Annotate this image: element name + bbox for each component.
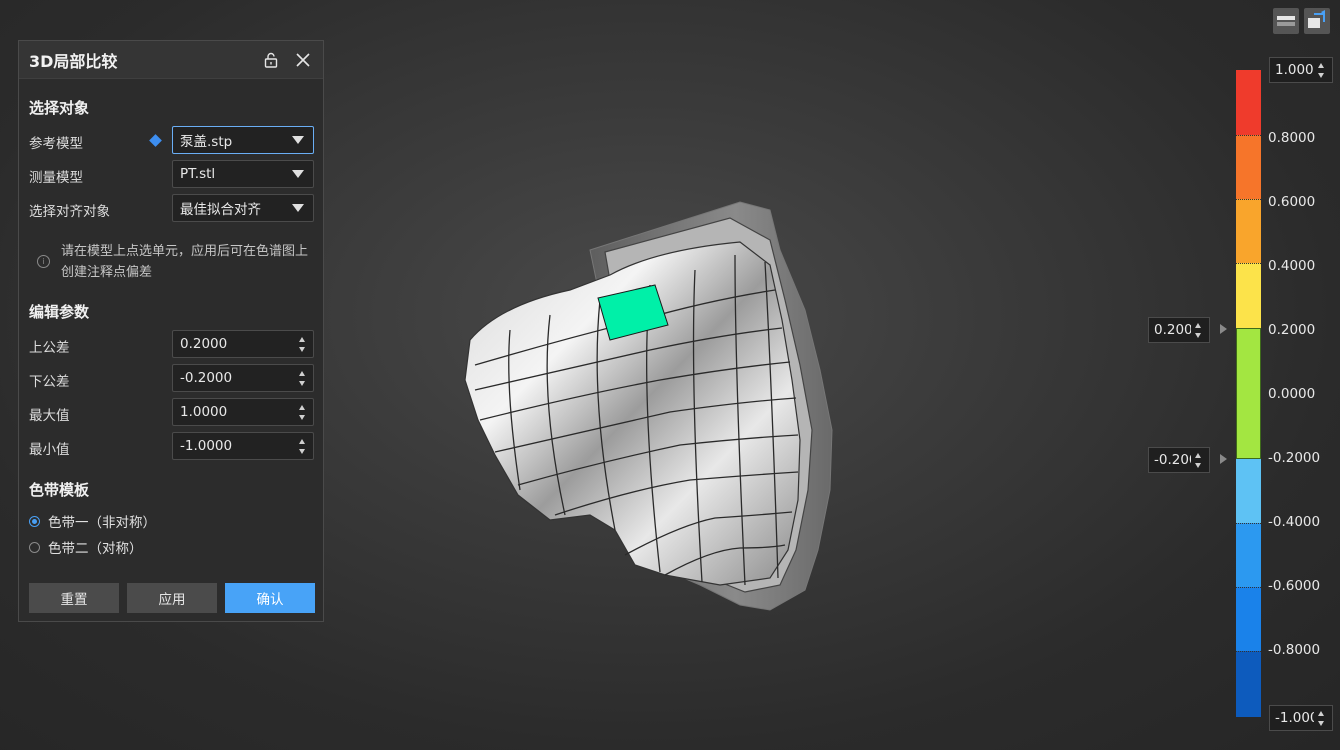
radio-selected[interactable] bbox=[29, 515, 40, 527]
band-option-symmetric-label: 色带二（对称） bbox=[48, 541, 143, 557]
tick-label: 0.6000 bbox=[1268, 194, 1316, 210]
close-icon[interactable] bbox=[293, 50, 313, 70]
upper-tolerance-pointer-icon[interactable] bbox=[1220, 324, 1227, 334]
tick-label: -0.6000 bbox=[1268, 578, 1321, 594]
tick-label: 0.2000 bbox=[1268, 322, 1316, 338]
measure-model-label: 测量模型 bbox=[29, 170, 83, 186]
min-value-label: 最小值 bbox=[29, 442, 70, 458]
measure-model-value: PT.stl bbox=[180, 166, 216, 182]
lower-tolerance-value: -0.2000 bbox=[180, 370, 233, 386]
swap-icon bbox=[1308, 10, 1325, 28]
reference-model-value: 泵盖.stp bbox=[180, 134, 233, 150]
reference-marker-icon bbox=[149, 134, 162, 147]
colorbar-min-value: -1.0000 bbox=[1275, 710, 1314, 726]
colorbar-max-input[interactable]: 1.0000 bbox=[1269, 57, 1333, 83]
tick-mark bbox=[1236, 587, 1261, 588]
colorbar-segment-red bbox=[1236, 70, 1261, 135]
panel-title: 3D局部比较 bbox=[29, 51, 118, 71]
tick-label: -0.2000 bbox=[1268, 450, 1321, 466]
tick-label: 0.4000 bbox=[1268, 258, 1316, 274]
measure-model-select[interactable]: PT.stl bbox=[172, 160, 314, 188]
info-icon: i bbox=[37, 255, 50, 268]
upper-tolerance-label: 上公差 bbox=[29, 340, 70, 356]
tick-label: -0.4000 bbox=[1268, 514, 1321, 530]
chevron-down-icon bbox=[292, 170, 304, 178]
spin-buttons[interactable] bbox=[295, 336, 309, 352]
align-object-label: 选择对齐对象 bbox=[29, 204, 110, 220]
tick-label: 0.0000 bbox=[1268, 386, 1316, 402]
align-object-value: 最佳拟合对齐 bbox=[180, 202, 261, 218]
colorbar-segment-light-blue bbox=[1236, 459, 1261, 523]
lower-tolerance-label: 下公差 bbox=[29, 374, 70, 390]
spin-buttons[interactable] bbox=[1314, 710, 1328, 726]
tick-mark bbox=[1236, 651, 1261, 652]
upper-tolerance-value: 0.2000 bbox=[180, 336, 228, 352]
min-value-input[interactable]: -1.0000 bbox=[172, 432, 314, 460]
model-viewport[interactable] bbox=[440, 190, 860, 630]
colorbar-segment-dark-blue bbox=[1236, 651, 1261, 717]
colorbar-segment-green bbox=[1236, 328, 1261, 459]
tick-mark bbox=[1236, 523, 1261, 524]
max-value-label: 最大值 bbox=[29, 408, 70, 424]
unlock-icon[interactable] bbox=[261, 50, 281, 70]
panel-header: 3D局部比较 bbox=[19, 41, 323, 79]
tick-label: -0.8000 bbox=[1268, 642, 1321, 658]
spin-buttons[interactable] bbox=[1191, 452, 1205, 468]
confirm-button[interactable]: 确认 bbox=[225, 583, 315, 613]
radio-unselected[interactable] bbox=[29, 541, 40, 553]
section-select-object: 选择对象 bbox=[29, 99, 90, 117]
panel-icon bbox=[1277, 16, 1295, 26]
spin-buttons[interactable] bbox=[295, 404, 309, 420]
section-edit-params: 编辑参数 bbox=[29, 303, 90, 321]
colorbar-segment-blue bbox=[1236, 587, 1261, 651]
colorbar-max-value: 1.0000 bbox=[1275, 62, 1314, 78]
align-object-select[interactable]: 最佳拟合对齐 bbox=[172, 194, 314, 222]
band-option-asymmetric-label: 色带一（非对称） bbox=[48, 515, 156, 531]
section-band-template: 色带模板 bbox=[29, 481, 90, 499]
tick-mark bbox=[1236, 135, 1261, 136]
reset-button[interactable]: 重置 bbox=[29, 583, 119, 613]
swap-view-button[interactable] bbox=[1304, 8, 1330, 34]
colorbar-segment-yellow bbox=[1236, 263, 1261, 328]
lower-tolerance-input[interactable]: -0.2000 bbox=[172, 364, 314, 392]
info-hint: i 请在模型上点选单元，应用后可在色谱图上创建注释点偏差 bbox=[37, 241, 317, 283]
lower-tolerance-handle-value: -0.2000 bbox=[1154, 452, 1191, 468]
band-option-asymmetric[interactable]: 色带一（非对称） bbox=[29, 511, 156, 531]
spin-buttons[interactable] bbox=[295, 370, 309, 386]
upper-tolerance-input[interactable]: 0.2000 bbox=[172, 330, 314, 358]
upper-tolerance-handle-input[interactable]: 0.2000 bbox=[1148, 317, 1210, 343]
tick-label: 0.8000 bbox=[1268, 130, 1316, 146]
colorbar-segment-amber bbox=[1236, 199, 1261, 263]
tick-mark bbox=[1236, 199, 1261, 200]
upper-tolerance-handle-value: 0.2000 bbox=[1154, 322, 1191, 338]
band-option-symmetric[interactable]: 色带二（对称） bbox=[29, 537, 143, 557]
lower-tolerance-handle-input[interactable]: -0.2000 bbox=[1148, 447, 1210, 473]
info-text: 请在模型上点选单元，应用后可在色谱图上创建注释点偏差 bbox=[61, 244, 309, 280]
min-value-value: -1.0000 bbox=[180, 438, 233, 454]
chevron-down-icon bbox=[292, 136, 304, 144]
reference-model-label: 参考模型 bbox=[29, 136, 83, 152]
max-value-value: 1.0000 bbox=[180, 404, 228, 420]
spin-buttons[interactable] bbox=[1314, 62, 1328, 78]
colorbar-segment-mid-blue bbox=[1236, 523, 1261, 587]
tick-mark bbox=[1236, 263, 1261, 264]
view-toggle-button[interactable] bbox=[1273, 8, 1299, 34]
spin-buttons[interactable] bbox=[295, 438, 309, 454]
colorbar-segment-orange bbox=[1236, 135, 1261, 199]
apply-button[interactable]: 应用 bbox=[127, 583, 217, 613]
local-compare-panel: 3D局部比较 选择对象 参考模型 泵盖.stp 测量模型 PT.stl 选择对齐… bbox=[18, 40, 324, 622]
reference-model-select[interactable]: 泵盖.stp bbox=[172, 126, 314, 154]
max-value-input[interactable]: 1.0000 bbox=[172, 398, 314, 426]
chevron-down-icon bbox=[292, 204, 304, 212]
lower-tolerance-pointer-icon[interactable] bbox=[1220, 454, 1227, 464]
spin-buttons[interactable] bbox=[1191, 322, 1205, 338]
colorbar-min-input[interactable]: -1.0000 bbox=[1269, 705, 1333, 731]
